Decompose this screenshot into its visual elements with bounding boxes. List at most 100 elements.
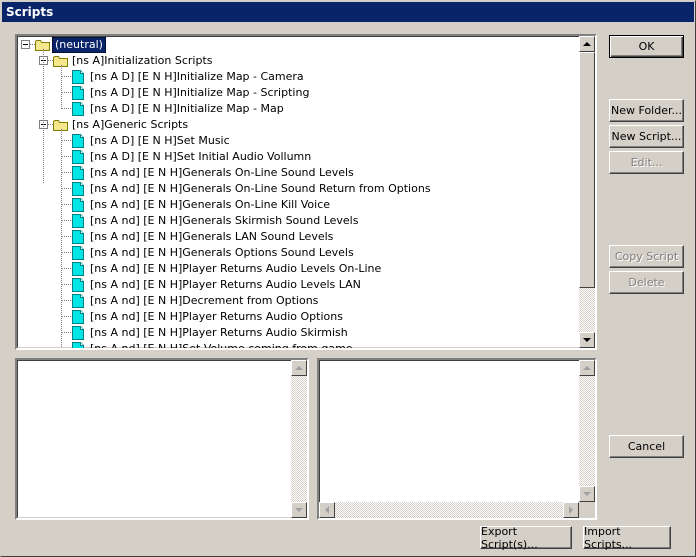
script-label: [ns A nd] [E N H]Generals On-Line Sound … <box>90 166 354 179</box>
script-file-icon <box>71 134 84 148</box>
tree-script-item[interactable]: [ns A nd] [E N H]Generals On-Line Sound … <box>17 181 577 197</box>
window-title: Scripts <box>2 2 694 22</box>
left-scroll-down-button[interactable] <box>291 502 307 518</box>
script-file-icon <box>71 150 84 164</box>
script-label: [ns A nd] [E N H]Player Returns Audio Le… <box>90 278 361 291</box>
tree-connector <box>61 188 71 189</box>
left-scroll-up-button[interactable] <box>291 360 307 376</box>
folder-label: [ns A]Generic Scripts <box>72 118 189 131</box>
script-file-icon <box>71 214 84 228</box>
import-scripts-button[interactable]: Import Scripts... <box>583 525 671 551</box>
export-scripts-button[interactable]: Export Script(s)... <box>480 525 572 551</box>
tree-connector <box>61 204 71 205</box>
script-label: [ns A nd] [E N H]Player Returns Audio Le… <box>90 262 382 275</box>
new-script-button[interactable]: New Script... <box>609 125 684 148</box>
folder-label: [ns A]Initialization Scripts <box>72 54 213 67</box>
arrow-down-icon <box>583 492 591 496</box>
ok-button[interactable]: OK <box>609 35 684 58</box>
script-label: [ns A nd] [E N H]Player Returns Audio Sk… <box>90 326 348 339</box>
new-folder-button[interactable]: New Folder... <box>609 99 684 122</box>
script-file-icon <box>71 230 84 244</box>
tree-script-item[interactable]: [ns A nd] [E N H]Set Volume coming from … <box>17 341 577 348</box>
tree-script-item[interactable]: [ns A nd] [E N H]Player Returns Audio Sk… <box>17 325 577 341</box>
script-label: [ns A nd] [E N H]Player Returns Audio Op… <box>90 310 343 323</box>
script-label: [ns A D] [E N H]Initialize Map - Map <box>90 102 284 115</box>
script-file-icon <box>71 246 84 260</box>
arrow-down-icon <box>295 508 303 512</box>
tree-folder-item[interactable]: (neutral) <box>17 37 577 53</box>
copy-script-button[interactable]: Copy Script <box>609 245 684 268</box>
script-label: [ns A D] [E N H]Set Initial Audio Vollum… <box>90 150 312 163</box>
tree-script-item[interactable]: [ns A nd] [E N H]Decrement from Options <box>17 293 577 309</box>
script-label: [ns A nd] [E N H]Generals LAN Sound Leve… <box>90 230 334 243</box>
script-label: [ns A nd] [E N H]Decrement from Options <box>90 294 319 307</box>
right-scroll-left-button[interactable] <box>319 502 335 518</box>
script-file-icon <box>71 86 84 100</box>
tree-connector <box>61 108 71 109</box>
script-label: [ns A nd] [E N H]Generals On-Line Sound … <box>90 182 431 195</box>
arrow-right-icon <box>569 506 573 514</box>
script-tree-content: (neutral) [ns A]Initialization Scripts [ns… <box>17 36 577 348</box>
script-file-icon <box>71 102 84 116</box>
tree-script-item[interactable]: [ns A nd] [E N H]Generals On-Line Kill V… <box>17 197 577 213</box>
tree-connector <box>61 316 71 317</box>
script-label: [ns A nd] [E N H]Generals Skirmish Sound… <box>90 214 359 227</box>
tree-connector <box>61 65 62 109</box>
scroll-thumb[interactable] <box>579 52 595 288</box>
arrow-up-icon <box>295 366 303 370</box>
tree-script-item[interactable]: [ns A nd] [E N H]Generals Skirmish Sound… <box>17 213 577 229</box>
tree-script-item[interactable]: [ns A D] [E N H]Initialize Map - Scripti… <box>17 85 577 101</box>
arrow-down-icon <box>583 338 591 342</box>
tree-connector <box>61 284 71 285</box>
script-file-icon <box>71 342 84 348</box>
tree-script-item[interactable]: [ns A nd] [E N H]Generals LAN Sound Leve… <box>17 229 577 245</box>
tree-connector <box>61 129 62 348</box>
scroll-up-button[interactable] <box>579 36 595 52</box>
tree-connector <box>61 92 71 93</box>
right-scroll-down-button[interactable] <box>579 486 595 502</box>
tree-script-item[interactable]: [ns A D] [E N H]Initialize Map - Camera <box>17 69 577 85</box>
scroll-down-button[interactable] <box>579 332 595 348</box>
tree-connector <box>61 300 71 301</box>
tree-connector <box>61 268 71 269</box>
right-scroll-right-button[interactable] <box>563 502 579 518</box>
cancel-button[interactable]: Cancel <box>609 435 684 458</box>
right-panel-horizontal-scrollbar[interactable] <box>319 502 579 518</box>
delete-button[interactable]: Delete <box>609 271 684 294</box>
tree-connector <box>61 236 71 237</box>
script-file-icon <box>71 294 84 308</box>
right-panel-vertical-scrollbar[interactable] <box>579 360 595 502</box>
tree-connector <box>61 156 71 157</box>
arrow-up-icon <box>583 366 591 370</box>
tree-script-item[interactable]: [ns A nd] [E N H]Generals Options Sound … <box>17 245 577 261</box>
script-label: [ns A nd] [E N H]Generals Options Sound … <box>90 246 354 259</box>
tree-script-item[interactable]: [ns A nd] [E N H]Player Returns Audio Op… <box>17 309 577 325</box>
tree-connector <box>61 172 71 173</box>
script-label: [ns A D] [E N H]Set Music <box>90 134 230 147</box>
script-file-icon <box>71 278 84 292</box>
script-tree[interactable]: (neutral) [ns A]Initialization Scripts [ns… <box>15 34 597 350</box>
tree-script-item[interactable]: [ns A nd] [E N H]Generals On-Line Sound … <box>17 165 577 181</box>
scripts-dialog: Scripts (neutral) [ns A]Initialization Sc… <box>0 0 696 557</box>
script-label: [ns A D] [E N H]Initialize Map - Scripti… <box>90 86 310 99</box>
left-detail-panel[interactable] <box>15 358 309 520</box>
tree-vertical-scrollbar[interactable] <box>579 36 595 348</box>
tree-script-item[interactable]: [ns A D] [E N H]Initialize Map - Map <box>17 101 577 117</box>
left-panel-vertical-scrollbar[interactable] <box>291 360 307 518</box>
tree-folder-item[interactable]: [ns A]Initialization Scripts <box>17 53 577 69</box>
script-file-icon <box>71 166 84 180</box>
script-file-icon <box>71 198 84 212</box>
tree-script-item[interactable]: [ns A nd] [E N H]Player Returns Audio Le… <box>17 277 577 293</box>
tree-script-item[interactable]: [ns A D] [E N H]Set Initial Audio Vollum… <box>17 149 577 165</box>
tree-folder-item[interactable]: [ns A]Generic Scripts <box>17 117 577 133</box>
right-detail-panel[interactable] <box>317 358 597 520</box>
script-label: [ns A nd] [E N H]Generals On-Line Kill V… <box>90 198 331 211</box>
tree-connector <box>61 332 71 333</box>
edit-button[interactable]: Edit... <box>609 151 684 174</box>
script-file-icon <box>71 326 84 340</box>
scroll-track[interactable] <box>579 288 595 332</box>
right-scroll-up-button[interactable] <box>579 360 595 376</box>
collapse-toggle-icon[interactable] <box>21 40 30 49</box>
tree-script-item[interactable]: [ns A D] [E N H]Set Music <box>17 133 577 149</box>
tree-script-item[interactable]: [ns A nd] [E N H]Player Returns Audio Le… <box>17 261 577 277</box>
